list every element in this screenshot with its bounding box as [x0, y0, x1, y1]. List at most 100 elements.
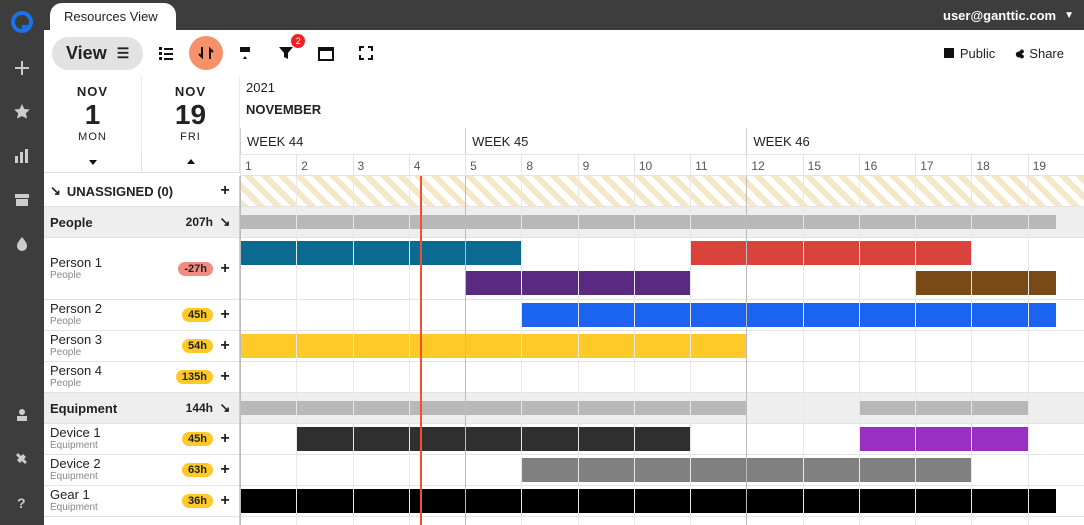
share-button[interactable]: Share — [1011, 46, 1064, 61]
people-icon[interactable] — [10, 403, 34, 427]
view-tab[interactable]: Resources View — [50, 3, 176, 30]
add-button[interactable]: + — [217, 430, 233, 448]
day-column[interactable]: 12 — [746, 155, 802, 177]
task-bar[interactable] — [859, 427, 1028, 451]
drop-icon[interactable] — [10, 232, 34, 256]
task-bar[interactable] — [690, 241, 971, 265]
task-bar[interactable] — [240, 241, 521, 265]
chart-icon[interactable] — [10, 144, 34, 168]
app-logo — [0, 0, 44, 44]
resource-row[interactable]: Person 1People -27h + — [44, 238, 239, 300]
paint-button[interactable] — [229, 36, 263, 70]
add-icon[interactable] — [10, 56, 34, 80]
day-column[interactable]: 1 — [240, 155, 296, 177]
add-button[interactable]: + — [217, 182, 233, 200]
task-bar[interactable] — [521, 303, 1056, 327]
star-icon[interactable] — [10, 100, 34, 124]
group-equipment[interactable]: Equipment 144h ↘ — [44, 393, 239, 424]
resource-row[interactable]: Person 3People 54h + — [44, 331, 239, 362]
group-lane[interactable] — [240, 207, 1084, 238]
chevron-down-icon: ↘ — [217, 214, 233, 230]
resource-lane[interactable] — [240, 424, 1084, 455]
resource-name: Person 2 — [50, 302, 182, 315]
day-column[interactable]: 4 — [409, 155, 465, 177]
task-bar[interactable] — [240, 334, 746, 358]
day-column[interactable]: 19 — [1028, 155, 1084, 177]
fullscreen-button[interactable] — [349, 36, 383, 70]
resource-row[interactable]: Device 1Equipment 45h + — [44, 424, 239, 455]
utilization-bar — [971, 401, 1027, 415]
day-column[interactable]: 18 — [971, 155, 1027, 177]
day-column[interactable]: 5 — [465, 155, 521, 177]
view-button[interactable]: View ☰ — [52, 37, 143, 70]
day-column[interactable]: 16 — [859, 155, 915, 177]
resource-lane[interactable] — [240, 238, 1084, 300]
user-menu-caret-icon[interactable]: ▼ — [1064, 10, 1084, 21]
public-button[interactable]: Public — [942, 46, 995, 61]
task-bar[interactable] — [915, 271, 1056, 295]
task-bar[interactable] — [296, 427, 690, 451]
utilization-bar — [521, 401, 690, 415]
filter-button[interactable]: 2 — [269, 36, 303, 70]
date-end-weekday: FRI — [142, 131, 239, 143]
day-column[interactable]: 3 — [353, 155, 409, 177]
resource-name: Device 1 — [50, 426, 182, 439]
svg-text:?: ? — [17, 495, 26, 511]
date-end[interactable]: NOV 19 FRI — [142, 76, 240, 151]
week-label: WEEK 44 — [240, 128, 303, 154]
resource-name: Person 3 — [50, 333, 182, 346]
resource-row[interactable]: Person 4People 135h + — [44, 362, 239, 393]
view-label: View — [66, 43, 107, 64]
add-button[interactable]: + — [217, 337, 233, 355]
add-button[interactable]: + — [217, 461, 233, 479]
add-button[interactable]: + — [217, 368, 233, 386]
unassigned-lane[interactable] — [240, 176, 1084, 207]
add-button[interactable]: + — [217, 492, 233, 510]
resource-name: Person 4 — [50, 364, 176, 377]
group-hours: 144h — [186, 401, 213, 415]
utilization-bar — [240, 215, 521, 229]
public-label: Public — [960, 46, 995, 61]
day-column[interactable]: 17 — [915, 155, 971, 177]
resource-row[interactable]: Person 2People 45h + — [44, 300, 239, 331]
group-left-button[interactable] — [149, 36, 183, 70]
collapse-up-button[interactable] — [142, 151, 240, 172]
collapse-down-button[interactable] — [44, 151, 142, 172]
date-start[interactable]: NOV 1 MON — [44, 76, 142, 151]
add-button[interactable]: + — [217, 306, 233, 324]
resource-lane[interactable] — [240, 362, 1084, 393]
day-column[interactable]: 9 — [578, 155, 634, 177]
group-lane[interactable] — [240, 393, 1084, 424]
resource-lane[interactable] — [240, 300, 1084, 331]
add-button[interactable]: + — [217, 260, 233, 278]
archive-icon[interactable] — [10, 188, 34, 212]
resource-row[interactable]: Gear 1Equipment 36h + — [44, 486, 239, 517]
month-label: NOVEMBER — [246, 102, 321, 117]
task-bar[interactable] — [240, 489, 1056, 513]
day-column[interactable]: 10 — [634, 155, 690, 177]
day-column[interactable]: 8 — [521, 155, 577, 177]
group-people[interactable]: People 207h ↘ — [44, 207, 239, 238]
collapse-header — [44, 151, 240, 173]
day-column[interactable]: 2 — [296, 155, 352, 177]
calendar-button[interactable] — [309, 36, 343, 70]
hours-badge: 135h — [176, 370, 213, 384]
sort-button[interactable] — [189, 36, 223, 70]
group-name: Equipment — [50, 402, 186, 415]
week-label: WEEK 45 — [465, 128, 528, 154]
resource-row[interactable]: Device 2Equipment 63h + — [44, 455, 239, 486]
day-column[interactable]: 11 — [690, 155, 746, 177]
timeline-body[interactable] — [240, 176, 1084, 525]
help-icon[interactable]: ? — [10, 491, 34, 515]
year-label: 2021 — [246, 80, 275, 95]
now-marker — [420, 176, 422, 525]
day-column[interactable]: 15 — [803, 155, 859, 177]
resource-lane[interactable] — [240, 486, 1084, 517]
resource-lane[interactable] — [240, 455, 1084, 486]
settings-icon[interactable] — [10, 447, 34, 471]
chevron-down-icon: ↘ — [217, 400, 233, 416]
user-email[interactable]: user@ganttic.com — [943, 8, 1064, 23]
resource-lane[interactable] — [240, 331, 1084, 362]
resource-sub: People — [50, 315, 182, 328]
unassigned-row[interactable]: ↘ UNASSIGNED (0) + — [44, 176, 239, 207]
